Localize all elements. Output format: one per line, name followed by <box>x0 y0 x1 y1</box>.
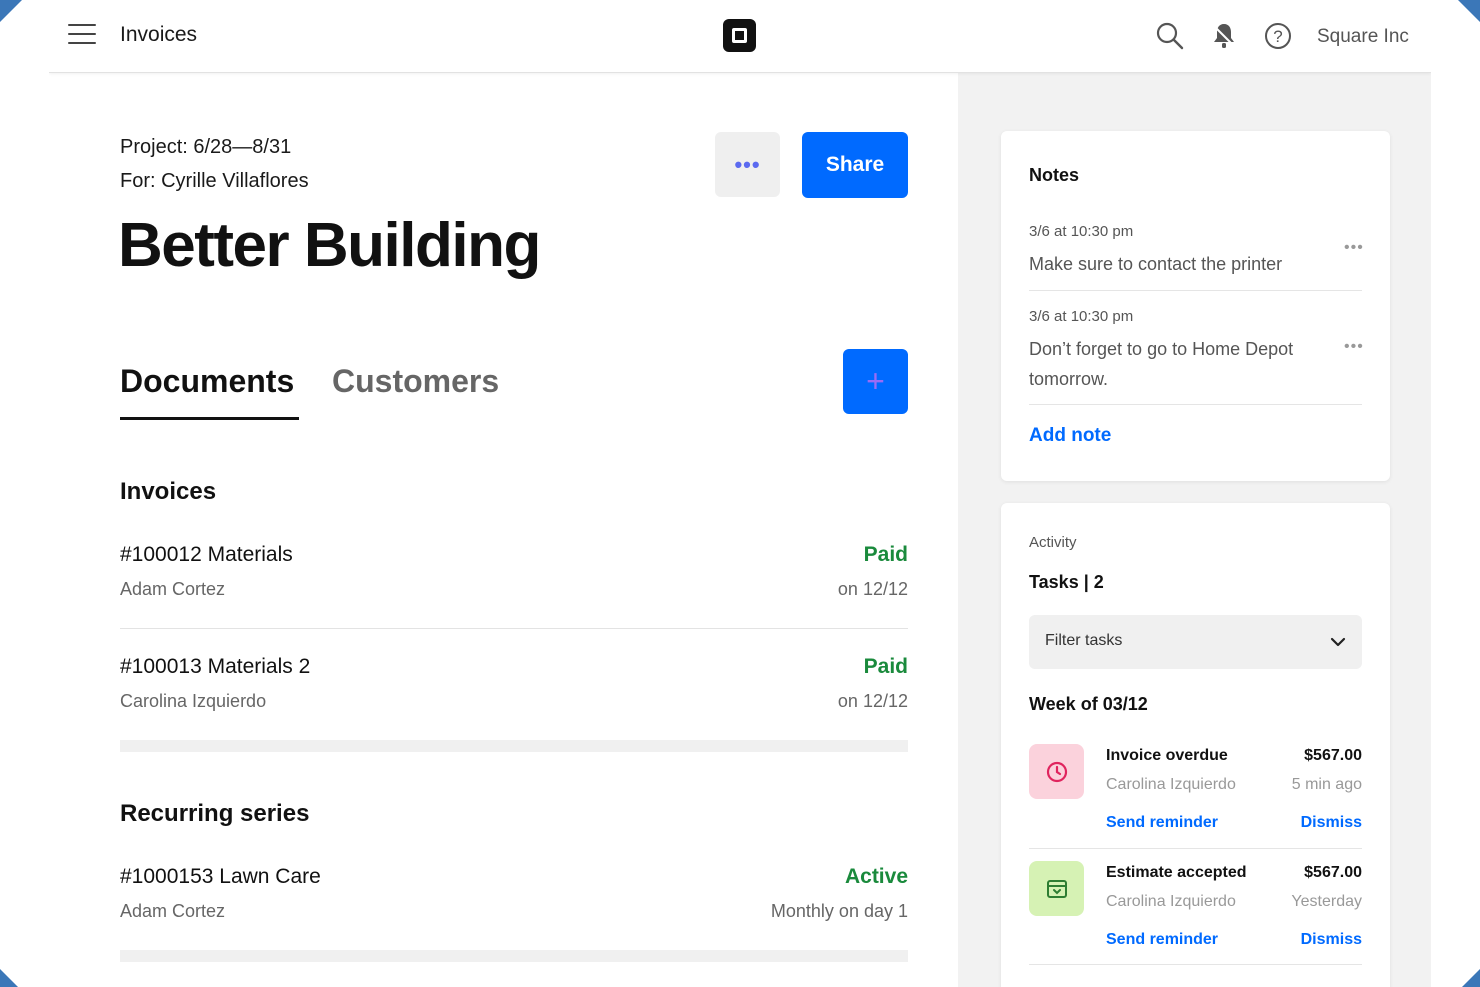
filter-tasks-select[interactable]: Filter tasks <box>1029 615 1362 669</box>
square-logo[interactable] <box>723 19 756 52</box>
archive-icon <box>1029 861 1084 916</box>
divider <box>1029 848 1362 849</box>
status-badge: Active <box>844 865 908 888</box>
help-icon[interactable]: ? <box>1262 20 1294 52</box>
recurring-title: #1000153 Lawn Care <box>120 865 321 888</box>
activity-label: Activity <box>1029 534 1077 551</box>
invoice-row[interactable]: #100013 Materials 2 Carolina Izquierdo P… <box>120 655 908 743</box>
invoice-customer: Carolina Izquierdo <box>120 691 267 711</box>
chevron-down-icon <box>1330 635 1346 647</box>
filter-tasks-label: Filter tasks <box>1045 632 1123 649</box>
task-customer: Carolina Izquierdo <box>1106 893 1236 910</box>
page-title: Better Building <box>118 211 541 280</box>
send-reminder-button[interactable]: Send reminder <box>1106 931 1218 949</box>
divider <box>1029 404 1362 405</box>
divider <box>120 628 908 629</box>
week-title: Week of 03/12 <box>1029 694 1148 714</box>
recurring-schedule: Monthly on day 1 <box>770 901 908 921</box>
task-item: Estimate accepted $567.00 Carolina Izqui… <box>1029 861 1362 971</box>
project-dates: Project: 6/28—8/31 <box>120 136 292 158</box>
status-badge: Paid <box>863 655 908 678</box>
task-item: Invoice overdue $567.00 Carolina Izquier… <box>1029 744 1362 854</box>
invoice-row[interactable]: #100012 Materials Adam Cortez Paid on 12… <box>120 543 908 631</box>
project-client: For: Cyrille Villaflores <box>120 170 309 192</box>
main-content: Project: 6/28—8/31 For: Cyrille Villaflo… <box>49 73 958 987</box>
note-more-icon[interactable]: ••• <box>1344 338 1364 356</box>
app-window: Invoices ? Square Inc Project: 6/28—8/31 <box>49 0 1431 987</box>
note-text: Make sure to contact the printer <box>1029 254 1283 274</box>
task-title: Estimate accepted <box>1106 864 1247 881</box>
invoice-title: #100012 Materials <box>120 543 293 566</box>
clock-icon <box>1029 744 1084 799</box>
section-separator <box>120 740 908 752</box>
note-time: 3/6 at 10:30 pm <box>1029 308 1134 325</box>
invoices-section-title: Invoices <box>120 478 217 505</box>
frame-corner-bottom-right <box>1462 969 1480 987</box>
top-bar: Invoices ? Square Inc <box>49 0 1431 73</box>
add-document-button[interactable]: + <box>843 349 908 414</box>
tab-documents[interactable]: Documents <box>120 363 294 400</box>
tab-customers[interactable]: Customers <box>332 363 499 400</box>
add-note-link[interactable]: Add note <box>1029 425 1111 447</box>
dismiss-button[interactable]: Dismiss <box>1301 931 1362 949</box>
notes-title: Notes <box>1029 165 1080 185</box>
send-reminder-button[interactable]: Send reminder <box>1106 814 1218 832</box>
note-text: Don’t forget to go to Home Depot tomorro… <box>1029 339 1294 389</box>
svg-text:?: ? <box>1273 27 1282 46</box>
task-customer: Carolina Izquierdo <box>1106 776 1236 793</box>
invoice-date: on 12/12 <box>837 691 908 711</box>
task-time: Yesterday <box>1291 893 1362 910</box>
notes-card: Notes 3/6 at 10:30 pm Make sure to conta… <box>1001 131 1390 481</box>
notification-icon[interactable] <box>1208 20 1240 52</box>
recurring-section-title: Recurring series <box>120 800 310 827</box>
task-amount: $567.00 <box>1304 864 1362 881</box>
note-time: 3/6 at 10:30 pm <box>1029 223 1134 240</box>
recurring-row[interactable]: #1000153 Lawn Care Adam Cortez Active Mo… <box>120 865 908 953</box>
menu-icon[interactable] <box>68 24 96 46</box>
task-title: Invoice overdue <box>1106 747 1228 764</box>
share-button[interactable]: Share <box>802 132 908 198</box>
app-title: Invoices <box>120 23 198 46</box>
task-amount: $567.00 <box>1304 747 1362 764</box>
tasks-title: Tasks | 2 <box>1029 572 1104 592</box>
task-time: 5 min ago <box>1291 776 1362 793</box>
status-badge: Paid <box>863 543 908 566</box>
frame-corner-top-left <box>0 0 22 22</box>
active-tab-indicator <box>120 417 299 420</box>
dismiss-button[interactable]: Dismiss <box>1301 814 1362 832</box>
section-separator <box>120 950 908 962</box>
more-options-button[interactable]: ••• <box>715 132 780 197</box>
invoice-title: #100013 Materials 2 <box>120 655 311 678</box>
account-name[interactable]: Square Inc <box>1317 26 1409 48</box>
recurring-customer: Adam Cortez <box>120 901 226 921</box>
search-icon[interactable] <box>1154 20 1186 52</box>
invoice-customer: Adam Cortez <box>120 579 226 599</box>
activity-card: Activity Tasks | 2 Filter tasks Week of … <box>1001 503 1390 987</box>
note-more-icon[interactable]: ••• <box>1344 239 1364 257</box>
divider <box>1029 290 1362 291</box>
side-panel: Notes 3/6 at 10:30 pm Make sure to conta… <box>958 73 1431 987</box>
frame-corner-top-right <box>1458 0 1480 22</box>
frame-corner-bottom-left <box>0 969 18 987</box>
invoice-date: on 12/12 <box>837 579 908 599</box>
divider <box>1029 964 1362 965</box>
